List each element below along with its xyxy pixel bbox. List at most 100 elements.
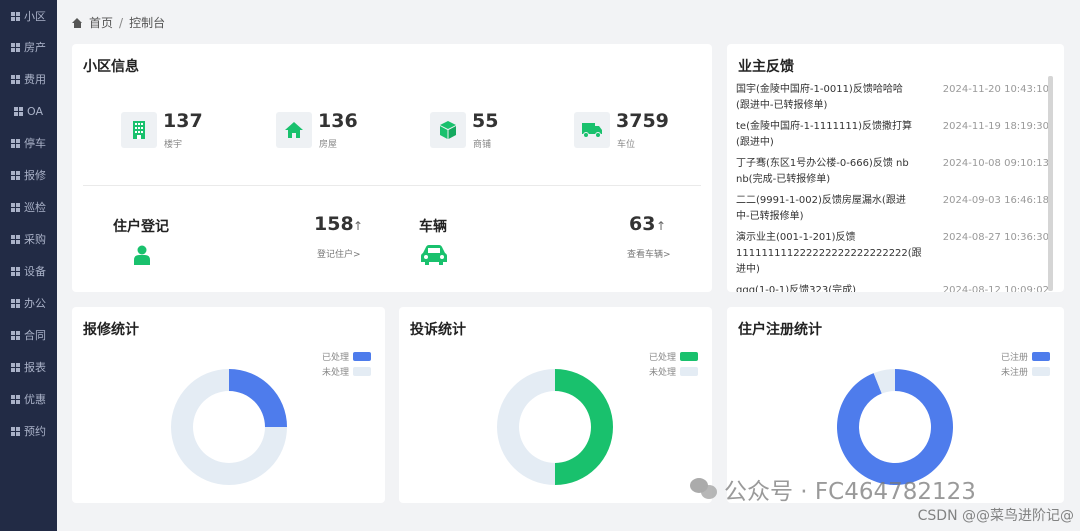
grid-icon — [11, 266, 21, 276]
grid-icon — [11, 170, 21, 180]
building-icon — [121, 112, 157, 148]
feedback-list[interactable]: 国宇(金陵中国府-1-0011)反馈哈哈哈(跟进中-已转报修单) 2024-11-… — [736, 82, 1056, 292]
card-title: 报修统计 — [83, 322, 139, 338]
sidebar-item-label: 设备 — [24, 265, 46, 278]
vehicles-count: 63 — [629, 213, 656, 235]
legend-item[interactable]: 未处理 — [649, 364, 698, 379]
sidebar-item-parking[interactable]: 停车 — [0, 133, 57, 153]
sidebar-item-fees[interactable]: 费用 — [0, 69, 57, 89]
complaint-stats-card: 投诉统计 已处理 未处理 — [399, 307, 712, 503]
sidebar-item-label: 报修 — [24, 169, 46, 182]
sidebar-item-inspection[interactable]: 巡检 — [0, 197, 57, 217]
csdn-watermark: CSDN @@菜鸟进阶记@ — [917, 508, 1074, 524]
legend-swatch — [353, 352, 371, 361]
stat-label: 楼宇 — [164, 140, 183, 150]
sidebar-item-discount[interactable]: 优惠 — [0, 389, 57, 409]
sidebar-item-label: 合同 — [24, 329, 46, 342]
grid-icon — [11, 426, 21, 436]
grid-icon — [11, 42, 21, 52]
sidebar-item-booking[interactable]: 预约 — [0, 421, 57, 441]
legend-label: 未注册 — [1000, 368, 1028, 378]
legend-label: 未处理 — [648, 368, 676, 378]
sidebar-item-repair[interactable]: 报修 — [0, 165, 57, 185]
home-icon[interactable] — [72, 17, 83, 28]
sidebar-item-property[interactable]: 房产 — [0, 37, 57, 57]
feedback-text: te(金陵中国府-1-1111111)反馈撒打算(跟进中) — [736, 121, 912, 148]
breadcrumb-home[interactable]: 首页 — [89, 14, 113, 31]
sidebar-item-contract[interactable]: 合同 — [0, 325, 57, 345]
box-icon — [430, 112, 466, 148]
feedback-date: 2024-11-19 18:19:30 — [942, 121, 1049, 132]
feedback-text: 丁子骞(东区1号办公楼-0-666)反馈 nb nb(完成-已转报修单) — [736, 158, 909, 185]
legend-swatch — [1032, 352, 1050, 361]
legend: 已处理 未处理 — [649, 349, 698, 379]
feedback-date: 2024-08-12 10:09:02 — [942, 285, 1049, 292]
user-icon — [134, 245, 150, 265]
legend-item[interactable]: 未注册 — [1001, 364, 1050, 379]
stat-label: 商铺 — [473, 140, 492, 150]
grid-icon — [11, 74, 21, 84]
sidebar-item-label: 办公 — [24, 297, 46, 310]
legend: 已注册 未注册 — [1001, 349, 1050, 379]
feedback-date: 2024-10-08 09:10:13 — [942, 158, 1049, 169]
donut-slice-未处理[interactable] — [497, 369, 555, 485]
repair-donut-chart — [171, 369, 287, 485]
sidebar-item-oa[interactable]: OA — [0, 101, 57, 121]
card-title: 住户注册统计 — [738, 322, 822, 338]
legend-item[interactable]: 未处理 — [322, 364, 371, 379]
feedback-item[interactable]: 二二(9991-1-002)反馈房屋漏水(跟进中-已转报修单) 2024-09-0… — [736, 193, 1056, 225]
feedback-item[interactable]: 国宇(金陵中国府-1-0011)反馈哈哈哈(跟进中-已转报修单) 2024-11-… — [736, 82, 1056, 114]
sidebar-item-reports[interactable]: 报表 — [0, 357, 57, 377]
sidebar-item-label: 费用 — [24, 73, 46, 86]
legend-swatch — [353, 367, 371, 376]
sidebar-item-label: 房产 — [24, 41, 46, 54]
legend-label: 已注册 — [1000, 353, 1028, 363]
house-icon — [276, 112, 312, 148]
feedback-item[interactable]: qqq(1-0-1)反馈323(完成) 2024-08-12 10:09:02 — [736, 283, 1056, 292]
feedback-text: 国宇(金陵中国府-1-0011)反馈哈哈哈(跟进中-已转报修单) — [736, 84, 903, 111]
stat-label: 车位 — [617, 140, 636, 150]
stat-value: 55 — [472, 110, 499, 132]
legend-item[interactable]: 已处理 — [322, 349, 371, 364]
watermark: 公众号 · FC464782123 — [690, 472, 976, 506]
sidebar-item-label: OA — [27, 104, 43, 118]
scrollbar[interactable] — [1048, 76, 1053, 291]
feedback-item[interactable]: 丁子骞(东区1号办公楼-0-666)反馈 nb nb(完成-已转报修单) 2024… — [736, 156, 1056, 188]
feedback-text: 演示业主(001-1-201)反馈11111111122222222222222… — [736, 232, 922, 275]
complaint-donut-chart — [497, 369, 613, 485]
feedback-item[interactable]: 演示业主(001-1-201)反馈11111111122222222222222… — [736, 230, 1056, 278]
feedback-date: 2024-11-20 10:43:10 — [942, 84, 1049, 95]
sidebar-item-label: 优惠 — [24, 393, 46, 406]
grid-icon — [11, 362, 21, 372]
grid-icon — [11, 202, 21, 212]
repair-stats-card: 报修统计 已处理 未处理 — [72, 307, 385, 503]
owner-feedback-card: 业主反馈 国宇(金陵中国府-1-0011)反馈哈哈哈(跟进中-已转报修单) 202… — [727, 44, 1064, 292]
sidebar-item-purchase[interactable]: 采购 — [0, 229, 57, 249]
grid-icon — [11, 11, 21, 21]
donut-slice-已处理[interactable] — [555, 369, 613, 485]
legend-item[interactable]: 已注册 — [1001, 349, 1050, 364]
sidebar-item-label: 采购 — [24, 233, 46, 246]
grid-icon — [11, 234, 21, 244]
residents-title: 住户登记 — [113, 219, 169, 235]
truck-icon — [574, 112, 610, 148]
grid-icon — [11, 298, 21, 308]
feedback-item[interactable]: te(金陵中国府-1-1111111)反馈撒打算(跟进中) 2024-11-19 … — [736, 119, 1056, 151]
legend-item[interactable]: 已处理 — [649, 349, 698, 364]
sidebar-item-label: 小区 — [24, 10, 46, 23]
grid-icon — [14, 106, 24, 116]
legend-label: 未处理 — [321, 368, 349, 378]
feedback-text: 二二(9991-1-002)反馈房屋漏水(跟进中-已转报修单) — [736, 195, 906, 222]
donut-slice-已处理[interactable] — [229, 369, 287, 427]
register-residents-link[interactable]: 登记住户> — [317, 247, 361, 260]
sidebar-item-office[interactable]: 办公 — [0, 293, 57, 313]
card-title: 业主反馈 — [738, 59, 794, 75]
divider — [83, 185, 701, 186]
sidebar-item-equipment[interactable]: 设备 — [0, 261, 57, 281]
stat-label: 房屋 — [319, 140, 338, 150]
breadcrumb: 首页 / 控制台 — [72, 14, 165, 31]
view-vehicles-link[interactable]: 查看车辆> — [627, 247, 671, 260]
sidebar-item-community[interactable]: 小区 — [0, 6, 57, 26]
arrow-up-icon: ↑ — [656, 219, 667, 233]
feedback-text: qqq(1-0-1)反馈323(完成) — [736, 285, 857, 292]
